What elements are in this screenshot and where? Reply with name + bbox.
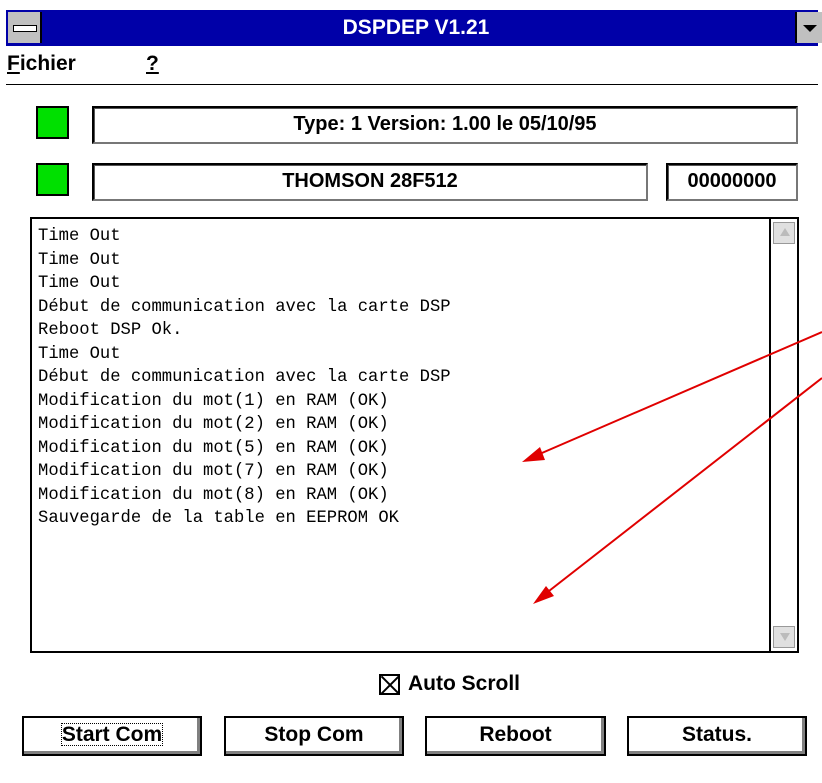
log-line: Time Out <box>38 344 121 364</box>
status-led-flash <box>36 163 69 196</box>
log-line: Modification du mot(5) en RAM (OK) <box>38 438 389 458</box>
auto-scroll-checkbox[interactable] <box>379 674 400 695</box>
status-button[interactable]: Status. <box>627 716 807 756</box>
log-line: Time Out <box>38 250 121 270</box>
log-listbox[interactable]: Time Out Time Out Time Out Début de communi… <box>30 217 799 653</box>
reboot-label: Reboot <box>479 723 552 746</box>
log-line: Début de communication avec la carte DSP <box>38 297 451 317</box>
start-com-label: Start Com <box>60 723 164 746</box>
log-line: Modification du mot(8) en RAM (OK) <box>38 485 389 505</box>
log-line: Modification du mot(2) en RAM (OK) <box>38 415 389 434</box>
log-line: Modification du mot(7) en RAM (OK) <box>38 462 389 481</box>
stop-com-label: Stop Com <box>264 723 364 746</box>
minimize-button[interactable] <box>795 12 822 43</box>
stop-com-button[interactable]: Stop Com <box>224 716 404 756</box>
log-line: Reboot DSP Ok. <box>38 321 183 340</box>
scroll-down-button[interactable] <box>773 626 795 648</box>
app-window: DSPDEP V1.21 Fichier ? Type: 1 Version: … <box>0 0 822 783</box>
system-menu-icon <box>13 25 37 32</box>
scroll-up-icon <box>780 228 790 236</box>
window-title: DSPDEP V1.21 <box>342 16 490 39</box>
log-line: Sauvegarde de la table en EEPROM OK <box>38 509 399 528</box>
scroll-down-icon <box>780 633 790 641</box>
log-line: Modification du mot(1) en RAM (OK) <box>38 391 389 411</box>
menu-fichier-label: ichier <box>19 52 76 75</box>
reboot-button[interactable]: Reboot <box>425 716 606 756</box>
system-menu-button[interactable] <box>8 12 42 43</box>
log-scrollbar[interactable] <box>769 219 797 651</box>
log-line: Time Out <box>38 274 121 293</box>
status-label: Status. <box>681 723 752 746</box>
menu-fichier[interactable]: Fichier <box>7 52 76 76</box>
menu-fichier-mnemonic: F <box>7 52 20 75</box>
type-version-field: Type: 1 Version: 1.00 le 05/10/95 <box>92 106 798 144</box>
log-lines: Time Out Time Out Time Out Début de communi… <box>38 225 451 531</box>
scroll-up-button[interactable] <box>773 222 795 244</box>
menu-bar: Fichier ? <box>6 46 818 85</box>
auto-scroll-label[interactable]: Auto Scroll <box>408 672 520 696</box>
menu-help[interactable]: ? <box>146 52 159 76</box>
minimize-arrow-icon <box>803 25 817 32</box>
log-line: Time Out <box>38 227 121 246</box>
menu-help-label: ? <box>146 52 159 75</box>
status-led-board <box>36 106 69 139</box>
log-line: Début de communication avec la carte DSP <box>38 368 451 387</box>
chip-name-field: THOMSON 28F512 <box>92 163 648 201</box>
start-com-button[interactable]: Start Com <box>22 716 202 756</box>
address-field: 00000000 <box>666 163 798 201</box>
